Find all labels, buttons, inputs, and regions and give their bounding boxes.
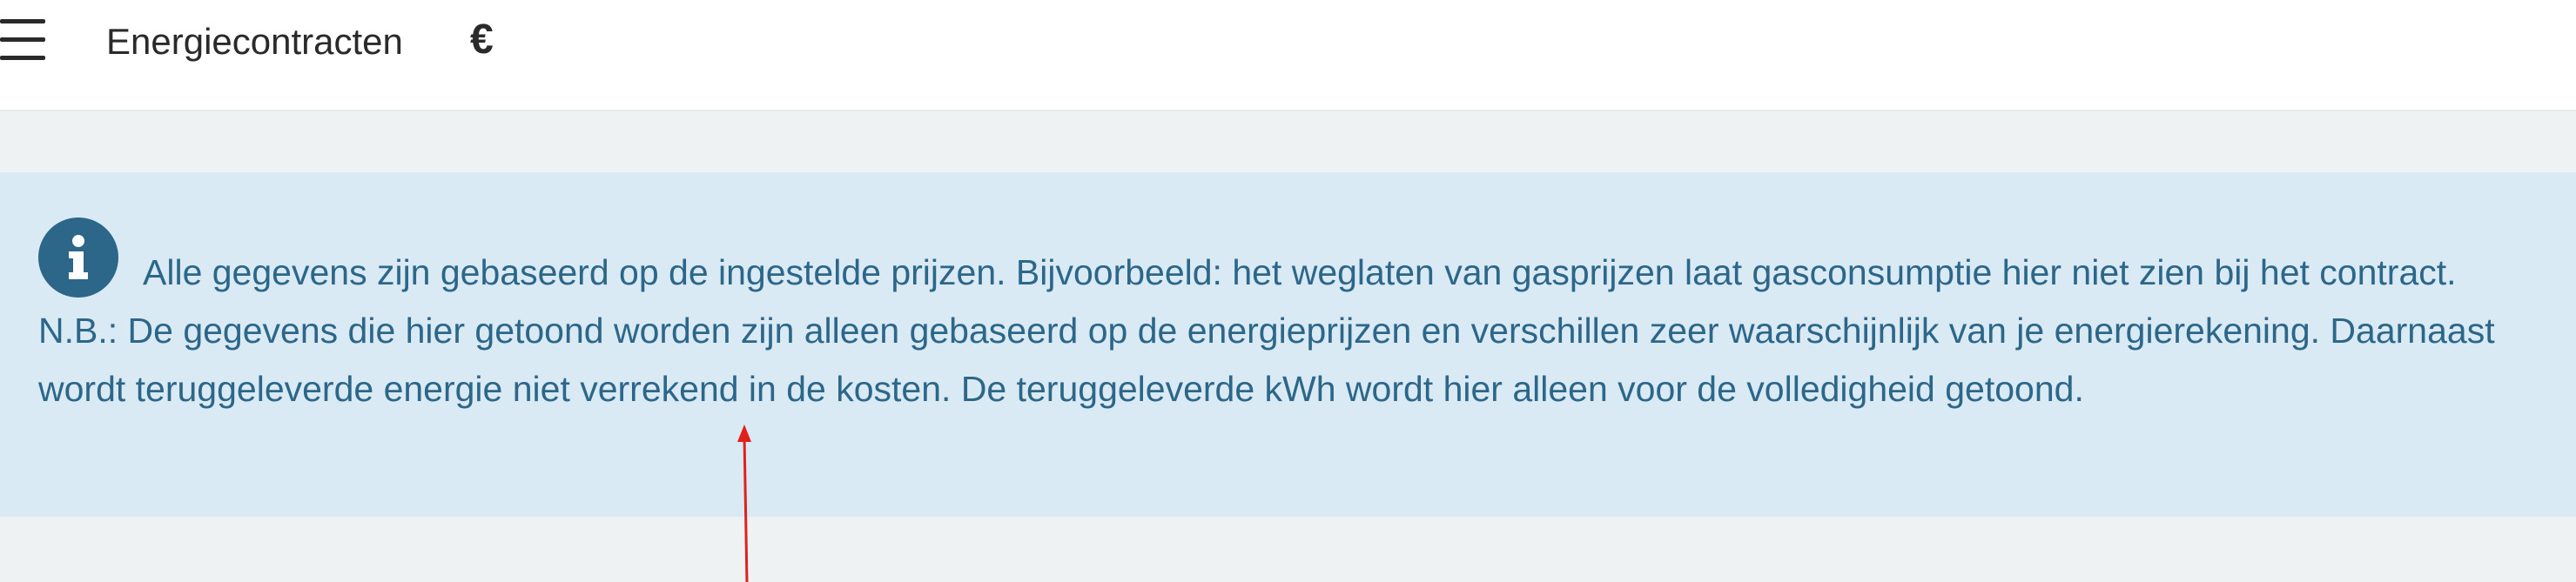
info-message: Alle gegevens zijn gebaseerd op de inges…	[38, 252, 2495, 409]
hamburger-menu-icon[interactable]	[0, 19, 47, 63]
page-title: Energiecontracten	[106, 21, 403, 62]
hamburger-line	[0, 37, 45, 42]
top-bar: Energiecontracten €	[0, 0, 2576, 111]
annotation-arrow	[737, 425, 751, 582]
info-banner: Alle gegevens zijn gebaseerd op de inges…	[0, 172, 2576, 517]
euro-icon: €	[470, 17, 494, 63]
hamburger-line	[0, 56, 45, 60]
hamburger-line	[0, 19, 45, 23]
